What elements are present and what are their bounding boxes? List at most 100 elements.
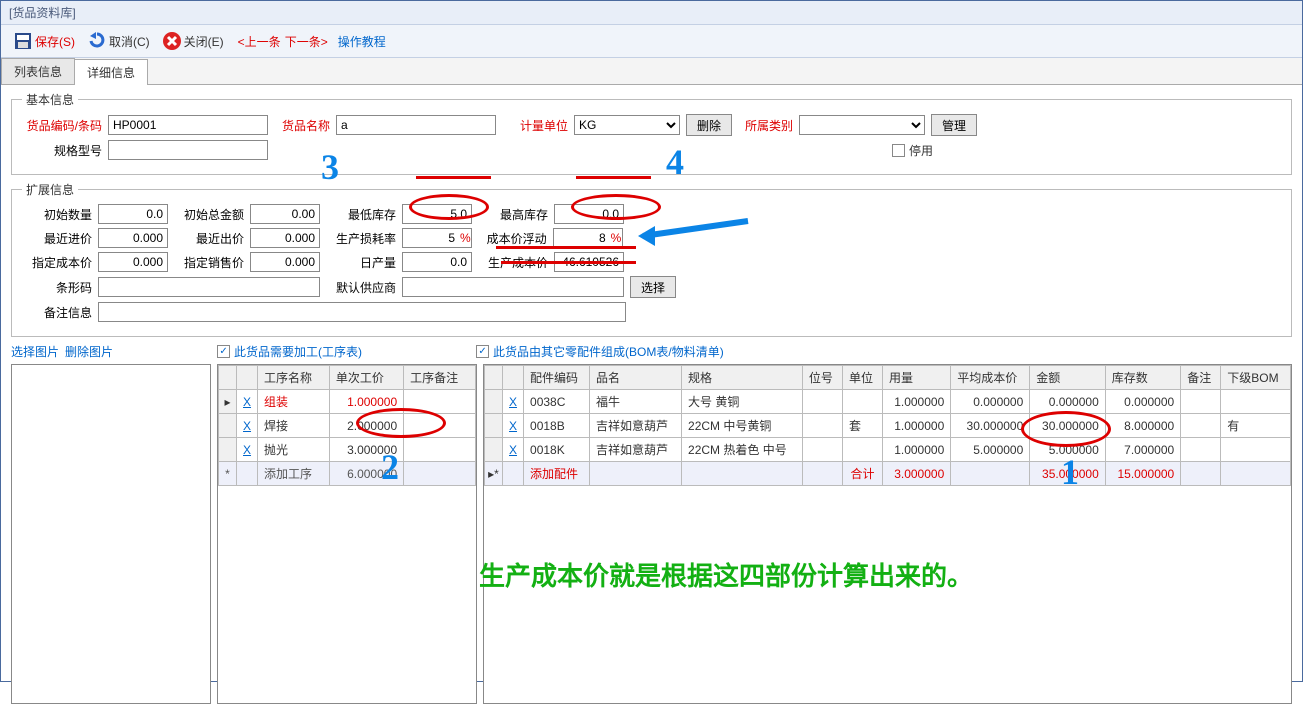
close-button[interactable]: 关闭(E) [158,29,228,53]
cell-bom-stock[interactable]: 7.000000 [1105,438,1180,462]
unit-select[interactable]: KG [574,115,680,135]
row-selector[interactable] [219,438,237,462]
cell-bom-avg[interactable]: 30.000000 [951,414,1030,438]
disable-checkbox[interactable]: 停用 [892,142,933,159]
table-row[interactable]: X0018K吉祥如意葫芦22CM 热着色 中号1.0000005.0000005… [485,438,1291,462]
delete-unit-button[interactable]: 删除 [686,114,732,136]
assign-sale-input[interactable] [250,252,320,272]
col-bom-unit[interactable]: 单位 [842,366,882,390]
init-qty-input[interactable] [98,204,168,224]
spec-input[interactable] [108,140,268,160]
cell-bom-spec[interactable]: 22CM 热着色 中号 [682,438,803,462]
tutorial-link[interactable]: 操作教程 [338,33,386,50]
select-supplier-button[interactable]: 选择 [630,276,676,298]
supplier-input[interactable] [402,277,624,297]
category-select[interactable] [799,115,925,135]
cell-bom-qty[interactable]: 1.000000 [883,438,951,462]
col-bom-code[interactable]: 配件编码 [524,366,590,390]
cell-bom-avg[interactable]: 5.000000 [951,438,1030,462]
cell-bom-spec[interactable]: 大号 黄铜 [682,390,803,414]
code-input[interactable] [108,115,268,135]
cell-proc-price[interactable]: 2.000000 [329,414,403,438]
cell-proc-name[interactable]: 焊接 [258,414,330,438]
name-input[interactable] [336,115,496,135]
col-proc-price[interactable]: 单次工价 [329,366,403,390]
init-amt-input[interactable] [250,204,320,224]
add-process-row[interactable]: *添加工序6.000000 [219,462,476,486]
cell-bom-pos[interactable] [802,414,842,438]
table-row[interactable]: X0038C福牛大号 黄铜1.0000000.0000000.0000000.0… [485,390,1291,414]
delete-row-link[interactable]: X [503,438,524,462]
cell-bom-sub[interactable]: 有 [1221,414,1291,438]
cell-bom-name[interactable]: 吉祥如意葫芦 [590,414,682,438]
cell-bom-amt[interactable]: 0.000000 [1030,390,1105,414]
row-selector[interactable] [219,414,237,438]
cell-bom-name[interactable]: 福牛 [590,390,682,414]
cancel-button[interactable]: 取消(C) [83,29,154,53]
row-selector[interactable] [485,390,503,414]
cell-bom-amt[interactable]: 5.000000 [1030,438,1105,462]
col-bom-amt[interactable]: 金额 [1030,366,1105,390]
cell-bom-sub[interactable] [1221,438,1291,462]
cell-bom-stock[interactable]: 0.000000 [1105,390,1180,414]
prev-link[interactable]: <上一条 [238,33,281,50]
delete-row-link[interactable]: X [503,414,524,438]
col-bom-name[interactable]: 品名 [590,366,682,390]
row-selector[interactable]: ▸ [219,390,237,414]
cell-bom-unit[interactable]: 套 [842,414,882,438]
last-out-input[interactable] [250,228,320,248]
delete-row-link[interactable]: X [237,414,258,438]
cell-proc-price[interactable]: 3.000000 [329,438,403,462]
max-stock-input[interactable] [554,204,624,224]
cell-bom-code[interactable]: 0038C [524,390,590,414]
cell-bom-remark[interactable] [1181,438,1221,462]
table-row[interactable]: ▸X组装1.000000 [219,390,476,414]
next-link[interactable]: 下一条> [285,33,328,50]
cell-bom-unit[interactable] [842,438,882,462]
cell-bom-pos[interactable] [802,438,842,462]
proc-checkbox[interactable]: ✓ 此货品需要加工(工序表) [217,343,362,360]
cell-proc-remark[interactable] [404,390,476,414]
bom-checkbox[interactable]: ✓ 此货品由其它零配件组成(BOM表/物料清单) [476,343,724,360]
cell-proc-remark[interactable] [404,438,476,462]
select-image-link[interactable]: 选择图片 [11,343,59,360]
table-row[interactable]: X焊接2.000000 [219,414,476,438]
col-bom-spec[interactable]: 规格 [682,366,803,390]
col-bom-sub[interactable]: 下级BOM [1221,366,1291,390]
cell-bom-unit[interactable] [842,390,882,414]
loss-rate-input[interactable] [402,228,472,248]
manage-button[interactable]: 管理 [931,114,977,136]
delete-image-link[interactable]: 删除图片 [65,343,113,360]
cell-proc-price[interactable]: 1.000000 [329,390,403,414]
tab-list[interactable]: 列表信息 [1,58,75,84]
last-in-input[interactable] [98,228,168,248]
min-stock-input[interactable] [402,204,472,224]
col-bom-remark[interactable]: 备注 [1181,366,1221,390]
cell-proc-name[interactable]: 抛光 [258,438,330,462]
cell-bom-code[interactable]: 0018B [524,414,590,438]
delete-row-link[interactable]: X [237,390,258,414]
delete-row-link[interactable]: X [237,438,258,462]
col-bom-stock[interactable]: 库存数 [1105,366,1180,390]
cell-bom-avg[interactable]: 0.000000 [951,390,1030,414]
cell-proc-remark[interactable] [404,414,476,438]
cost-float-input[interactable] [553,228,623,248]
bom-summary-row[interactable]: ▸*添加配件合计3.00000035.00000015.000000 [485,462,1291,486]
cell-bom-sub[interactable] [1221,390,1291,414]
save-button[interactable]: 保存(S) [9,29,79,53]
remark-input[interactable] [98,302,626,322]
col-proc-remark[interactable]: 工序备注 [404,366,476,390]
cell-bom-code[interactable]: 0018K [524,438,590,462]
row-selector[interactable] [485,414,503,438]
cell-bom-remark[interactable] [1181,390,1221,414]
prod-cost-input[interactable] [554,252,624,272]
cell-bom-qty[interactable]: 1.000000 [883,414,951,438]
cell-bom-stock[interactable]: 8.000000 [1105,414,1180,438]
col-bom-pos[interactable]: 位号 [802,366,842,390]
daily-prod-input[interactable] [402,252,472,272]
tab-detail[interactable]: 详细信息 [74,59,148,85]
cell-bom-pos[interactable] [802,390,842,414]
cell-bom-qty[interactable]: 1.000000 [883,390,951,414]
cell-bom-name[interactable]: 吉祥如意葫芦 [590,438,682,462]
row-selector[interactable] [485,438,503,462]
